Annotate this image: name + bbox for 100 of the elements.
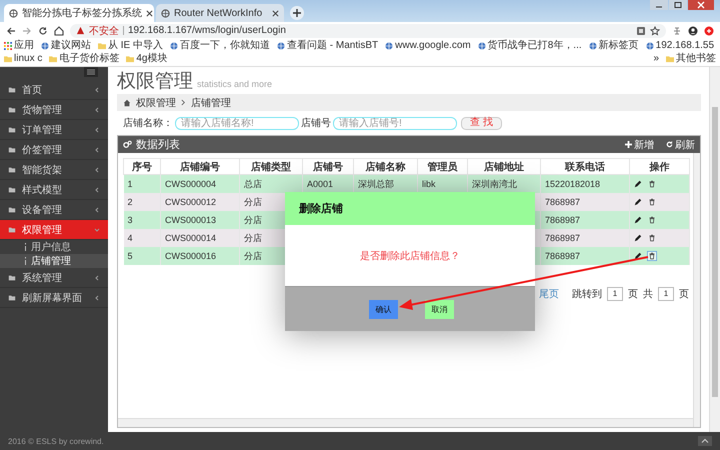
sidebar-subitem[interactable]: 用户信息 [0,240,108,254]
delete-icon[interactable] [647,215,657,225]
globe-icon [588,42,597,50]
table-cell: CWS000016 [165,251,216,261]
folder-icon [666,55,674,63]
warning-icon [76,26,85,35]
globe-icon [41,42,49,50]
bookmark[interactable]: 货币战争已打8年，... [478,40,582,52]
horizontal-scrollbar[interactable] [118,418,693,427]
maximize-icon[interactable] [669,0,687,10]
breadcrumb-link[interactable]: 权限管理 [136,96,176,110]
table-cell: 7868987 [545,233,580,243]
breadcrumb-separator [181,99,186,106]
globe-icon [170,42,178,50]
account-icon[interactable] [688,26,698,36]
globe-icon [478,42,486,50]
bookmark[interactable]: 应用 [4,40,34,52]
dialog-title: 删除店铺 [299,202,343,216]
more-bookmarks-button[interactable]: » [653,53,659,65]
chevron-icon [94,274,100,280]
bookmark[interactable]: 新标签页 [588,40,639,52]
refresh-button[interactable]: 刷新 [658,138,695,152]
globe-icon [646,42,654,50]
menu-icon[interactable] [84,67,98,77]
field-label: 店铺号 [301,116,331,130]
chevron-icon [94,226,100,232]
bookmark[interactable]: 建议网站 [41,40,91,52]
bookmark[interactable]: linux c [4,53,42,65]
plus-icon [625,141,632,148]
folder-icon [126,55,134,63]
folder-icon [8,226,16,234]
sidebar-subitem[interactable]: 店铺管理 [0,254,108,268]
home-icon[interactable] [54,26,64,36]
scroll-top-icon[interactable] [698,436,712,446]
column-header: 操作 [630,158,690,174]
bookmark[interactable]: 查看问题 - MantisBT [277,40,378,52]
bookmark[interactable]: 其他书签 [666,53,716,65]
total-pages: 1 [658,287,674,301]
minimize-icon[interactable] [650,0,668,10]
table-cell: 7868987 [545,197,580,207]
browser-tab[interactable]: Router NetWorkInfo [156,4,284,22]
vertical-scrollbar[interactable] [693,153,700,427]
menu-icon[interactable] [704,26,714,36]
chevron-icon [94,126,100,132]
delete-icon[interactable] [647,233,657,243]
delete-icon[interactable] [647,179,657,189]
bookmark[interactable]: 192.168.1.55 [646,40,714,52]
confirm-button[interactable]: 确认 [369,300,398,318]
bookmark[interactable]: www.google.com [385,40,471,52]
delete-icon[interactable] [647,197,657,207]
edit-icon[interactable] [634,198,642,206]
page-scrollbar[interactable] [709,67,720,432]
folder-icon [98,42,106,50]
edit-icon[interactable] [634,252,642,260]
address-field[interactable]: 不安全 192.168.1.167/wms/login/userLogin [70,24,666,38]
edit-icon[interactable] [634,234,642,242]
gears-icon [123,140,132,149]
add-button[interactable]: 新增 [617,138,654,152]
home-icon [123,98,131,106]
table-cell: 深圳南湾北 [472,178,517,188]
folder-icon [8,166,16,174]
column-header: 管理员 [418,158,468,174]
close-icon[interactable] [272,10,279,16]
new-tab-icon[interactable] [290,6,304,20]
cancel-button[interactable]: 取消 [425,300,454,318]
page-field[interactable]: 1 [607,287,623,301]
star-icon[interactable] [650,26,660,36]
breadcrumb-link[interactable]: 店铺管理 [191,96,231,110]
page-title: 权限管理 [117,70,193,94]
table-cell: 总店 [244,178,262,188]
bookmark[interactable]: 电子货价标签 [49,53,120,65]
bookmark[interactable]: 从 IE 中导入 [98,40,164,52]
page-unit: 页 [679,288,689,301]
chevron-icon [94,206,100,212]
table-cell: 分店 [244,232,262,242]
column-header: 店铺名称 [354,158,418,174]
sidebar-item[interactable]: 权限管理 [0,220,108,240]
edit-icon[interactable] [634,216,642,224]
back-icon[interactable] [6,26,16,36]
column-header: 序号 [124,158,160,174]
bookmark[interactable]: 百度一下，你就知道 [170,40,270,52]
column-header: 店铺类型 [240,158,302,174]
table-cell: 5 [128,251,133,261]
refresh-icon [666,141,673,148]
panel-title: 数据列表 [136,138,180,152]
column-header: 联系电话 [540,158,630,174]
close-icon[interactable] [688,0,714,10]
browser-tab[interactable]: 智能分拣电子标签分拣系统 [4,4,154,22]
table-cell: CWS000014 [165,233,216,243]
edit-icon[interactable] [634,180,642,188]
close-icon[interactable] [146,10,153,16]
search-button[interactable]: 查 找 [461,116,502,130]
bookmark[interactable]: 4g模块 [126,53,168,65]
table-cell: 分店 [244,214,262,224]
column-header: 店铺地址 [468,158,540,174]
table-cell: libk [422,179,436,189]
delete-icon[interactable] [647,251,657,261]
reload-icon[interactable] [38,26,48,36]
chevron-icon [94,294,100,300]
page-subtitle: statistics and more [197,79,272,89]
